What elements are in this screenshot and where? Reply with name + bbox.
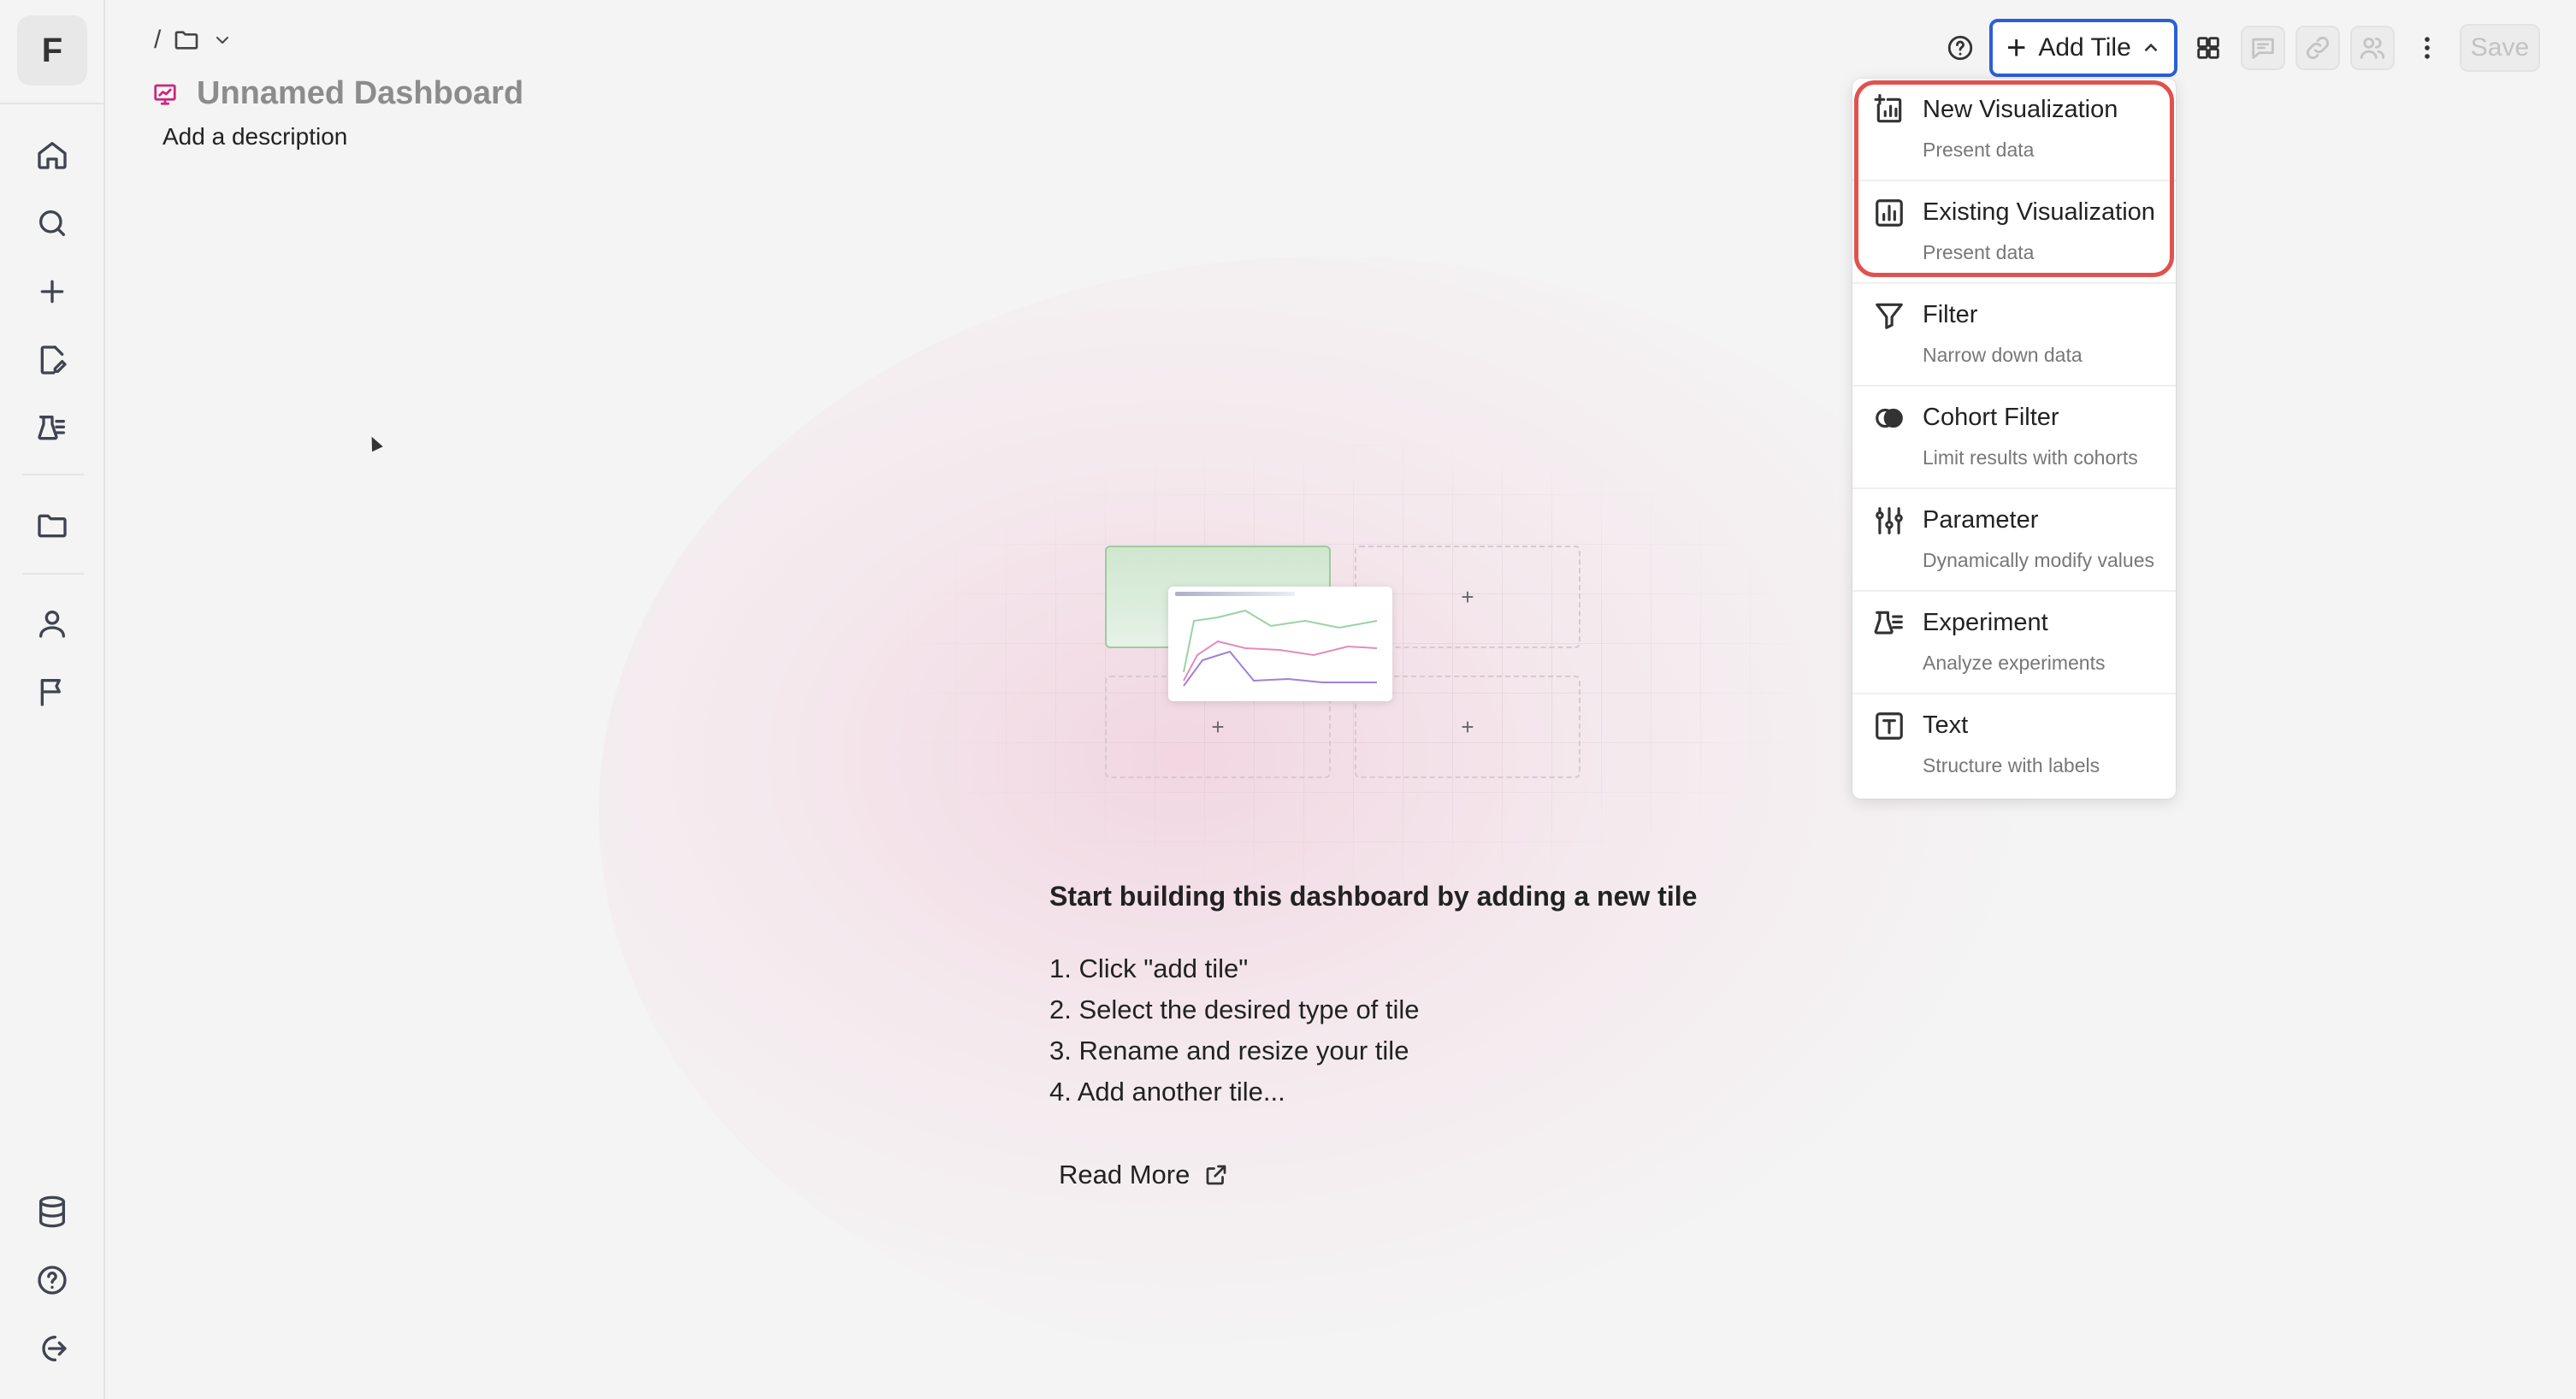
dashboard-title-row: Unnamed Dashboard [152,75,523,112]
collaborators-button[interactable] [2350,26,2395,70]
comments-button[interactable] [2241,26,2285,70]
cohort-filter-icon [1873,402,1905,434]
step-item: 3. Rename and resize your tile [1049,1036,1409,1065]
menu-item-label: Filter [1923,301,1978,328]
menu-item-new-visualization[interactable]: New Visualization Present data [1852,79,2176,181]
chevron-up-icon [2144,43,2158,52]
plus-icon: + [1461,713,1474,740]
breadcrumb: / [154,26,233,55]
dashboard-icon [154,84,176,105]
dashboard-title[interactable]: Unnamed Dashboard [197,75,523,112]
plus-icon [40,280,64,304]
menu-item-existing-visualization[interactable]: Existing Visualization Present data [1852,181,2176,284]
add-tile-button[interactable]: + Add Tile [1989,19,2177,77]
menu-item-label: Text [1923,711,1969,739]
help-icon [38,1266,67,1295]
experiment-icon [1873,607,1905,640]
step-item: 4. Add another tile... [1049,1077,1285,1107]
sidebar-divider [22,474,84,475]
illustration-chart [1175,592,1378,687]
menu-item-label: Experiment [1923,609,2048,636]
add-tile-menu: New Visualization Present data Existing … [1852,79,2176,799]
plus-icon: + [1461,583,1474,610]
menu-item-description: Present data [1923,139,2035,161]
bar-chart-icon [1873,197,1905,229]
home-icon [38,142,67,169]
grid-icon [2197,37,2219,59]
menu-item-parameter[interactable]: Parameter Dynamically modify values [1852,489,2176,592]
empty-state-illustration: + + + [1103,544,1582,780]
plus-icon: + [2006,29,2027,67]
sidebar-item-flags[interactable] [31,670,74,713]
help-button[interactable] [1938,26,1982,70]
menu-item-label: New Visualization [1923,96,2118,123]
user-icon [39,611,66,638]
menu-item-label: Existing Visualization [1923,198,2155,226]
folder-icon[interactable] [173,27,200,54]
step-item: 2. Select the desired type of tile [1049,995,1420,1024]
menu-item-description: Structure with labels [1923,754,2100,776]
step-item: 1. Click "add tile" [1049,953,1249,983]
external-link-icon [1206,1165,1226,1185]
link-icon [2306,36,2330,60]
experiment-icon [38,416,66,440]
text-icon [1873,710,1905,742]
help-icon [1947,35,1973,61]
sidebar-item-users[interactable] [31,602,74,645]
menu-item-label: Parameter [1923,506,2039,534]
comment-icon [2252,38,2274,59]
save-button[interactable]: Save [2460,24,2540,72]
sidebar-divider [0,103,105,104]
sliders-icon [1873,505,1905,537]
sidebar-item-experiments[interactable] [31,407,74,450]
sidebar-item-logout[interactable] [31,1327,74,1370]
database-icon [39,1195,66,1228]
flag-icon [40,679,62,706]
menu-item-label: Cohort Filter [1923,404,2059,431]
sidebar-item-edit[interactable] [31,339,74,381]
folder-icon [38,514,67,538]
layout-grid-button[interactable] [2186,26,2230,70]
menu-item-text[interactable]: Text Structure with labels [1852,694,2176,797]
more-vertical-icon [2425,37,2430,59]
new-visualization-icon [1873,94,1905,127]
menu-item-description: Narrow down data [1923,344,2083,366]
menu-item-description: Analyze experiments [1923,652,2106,674]
sidebar-divider [22,573,84,575]
mouse-cursor [366,434,383,452]
steps-list: 1. Click "add tile" 2. Select the desire… [1049,948,1699,1113]
plus-icon: + [1211,713,1225,740]
share-link-button[interactable] [2295,26,2340,70]
menu-item-experiment[interactable]: Experiment Analyze experiments [1852,592,2176,694]
menu-item-description: Present data [1923,241,2035,263]
sidebar-item-database[interactable] [31,1190,74,1233]
menu-item-description: Limit results with cohorts [1923,446,2138,469]
edit-document-icon [40,345,67,375]
breadcrumb-separator: / [154,26,162,54]
filter-icon [1873,299,1905,332]
illustration-chart-card [1168,587,1392,701]
add-tile-label: Add Tile [2038,33,2131,62]
menu-item-filter[interactable]: Filter Narrow down data [1852,284,2176,387]
sidebar-item-create[interactable] [31,270,74,313]
more-options-button[interactable] [2405,26,2449,70]
sidebar-item-folders[interactable] [31,505,74,547]
users-icon [2360,37,2385,59]
sidebar-item-home[interactable] [31,133,74,176]
logout-icon [42,1336,67,1361]
sidebar: F [0,0,105,1399]
empty-state-instructions: Start building this dashboard by adding … [1049,881,1699,1113]
sidebar-item-help[interactable] [31,1259,74,1302]
sidebar-item-search[interactable] [31,202,74,245]
app-logo[interactable]: F [17,15,87,86]
dashboard-description[interactable]: Add a description [162,123,347,151]
menu-item-description: Dynamically modify values [1923,549,2154,571]
menu-item-cohort-filter[interactable]: Cohort Filter Limit results with cohorts [1852,387,2176,489]
read-more-label: Read More [1059,1160,1191,1189]
chevron-down-icon[interactable] [212,30,233,50]
read-more-link[interactable]: Read More [1059,1160,1229,1190]
empty-state-title: Start building this dashboard by adding … [1049,881,1698,912]
search-icon [39,210,66,236]
